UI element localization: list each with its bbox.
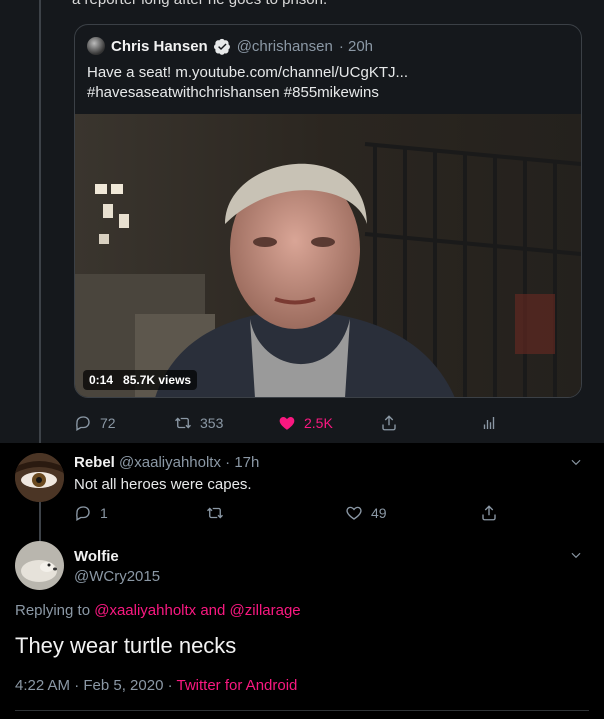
- tweet-timestamp[interactable]: 4:22 AM · Feb 5, 2020 ·: [15, 677, 173, 694]
- reply-handle[interactable]: @xaaliyahholtx: [119, 454, 221, 471]
- focused-tweet-text: They wear turtle necks: [15, 633, 237, 658]
- replying-to: Replying to @xaaliyahholtx and @zillarag…: [15, 602, 301, 619]
- reply-icon: [76, 416, 90, 431]
- focused-handle[interactable]: @WCry2015: [74, 568, 160, 585]
- replying-prefix: Replying to: [15, 602, 91, 619]
- share-icon: [482, 505, 496, 521]
- thread-line: [39, 0, 41, 443]
- reply-button[interactable]: 72: [74, 414, 116, 432]
- previous-tweet-text: a reporter long after he goes to prison.: [72, 0, 327, 8]
- share-button[interactable]: [380, 414, 398, 432]
- reply-share-button[interactable]: [480, 504, 498, 522]
- reply-reply-button[interactable]: 1: [74, 504, 108, 522]
- chevron-down-icon[interactable]: [569, 548, 583, 562]
- share-icon: [382, 415, 396, 431]
- retweet-button[interactable]: 353: [174, 414, 223, 432]
- quoted-text-line[interactable]: Have a seat! m.youtube.com/channel/UCgKT…: [87, 63, 408, 83]
- tweet-metadata: 4:22 AM · Feb 5, 2020 · Twitter for Andr…: [15, 677, 297, 694]
- reply-header: Rebel @xaaliyahholtx · 17h: [74, 454, 259, 471]
- focused-author-name[interactable]: Wolfie: [74, 548, 119, 565]
- mention-and: and: [200, 602, 226, 619]
- like-button[interactable]: 2.5K: [278, 414, 333, 432]
- video-player[interactable]: 0:14 85.7K views: [75, 114, 581, 397]
- analytics-icon: [483, 417, 495, 429]
- reply-like-button[interactable]: 49: [345, 504, 387, 522]
- divider: [15, 710, 589, 711]
- retweet-icon: [175, 417, 191, 429]
- reply-avatar[interactable]: [15, 453, 64, 502]
- thread-line: [39, 527, 41, 541]
- reply-icon: [76, 506, 90, 521]
- reply-text: Not all heroes were capes.: [74, 476, 252, 493]
- analytics-button[interactable]: [480, 414, 498, 432]
- quoted-text-line[interactable]: #havesaseatwithchrishansen #855mikewins: [87, 83, 408, 103]
- reply-avatar-image: [15, 453, 64, 502]
- mention-link[interactable]: @xaaliyahholtx: [94, 602, 196, 619]
- reply-retweet-button[interactable]: [206, 504, 224, 522]
- quoted-handle[interactable]: @chrishansen: [237, 38, 333, 55]
- reply-count: 72: [100, 415, 116, 431]
- quoted-tweet-text: Have a seat! m.youtube.com/channel/UCgKT…: [87, 63, 408, 103]
- quoted-tweet[interactable]: Chris Hansen @chrishansen · 20h Have a s…: [74, 24, 582, 398]
- tweet-source[interactable]: Twitter for Android: [177, 677, 298, 694]
- retweet-count: 353: [200, 415, 224, 431]
- video-views: 85.7K views: [123, 373, 192, 387]
- reply-like-count: 49: [371, 505, 387, 521]
- video-frame: [75, 114, 581, 397]
- focused-avatar-image: [15, 541, 64, 590]
- like-count: 2.5K: [304, 415, 333, 431]
- quoted-avatar[interactable]: [87, 37, 105, 55]
- video-duration: 0:14: [89, 373, 114, 387]
- like-icon: [279, 417, 295, 430]
- chevron-down-icon[interactable]: [569, 455, 583, 469]
- focused-avatar[interactable]: [15, 541, 64, 590]
- mention-link[interactable]: @zillarage: [230, 602, 301, 619]
- previous-tweet-fragment: a reporter long after he goes to prison.: [0, 0, 604, 10]
- quoted-time[interactable]: · 20h: [339, 38, 373, 55]
- reply-author-name[interactable]: Rebel: [74, 454, 115, 471]
- retweet-icon: [207, 507, 223, 519]
- verified-icon: [213, 38, 230, 55]
- quoted-author-name[interactable]: Chris Hansen: [111, 38, 208, 55]
- quoted-tweet-header: Chris Hansen @chrishansen · 20h: [87, 37, 373, 55]
- reply-time[interactable]: · 17h: [225, 454, 259, 471]
- media-info-badge: 0:14 85.7K views: [83, 370, 198, 390]
- reply-reply-count: 1: [100, 505, 108, 521]
- like-icon: [346, 506, 362, 520]
